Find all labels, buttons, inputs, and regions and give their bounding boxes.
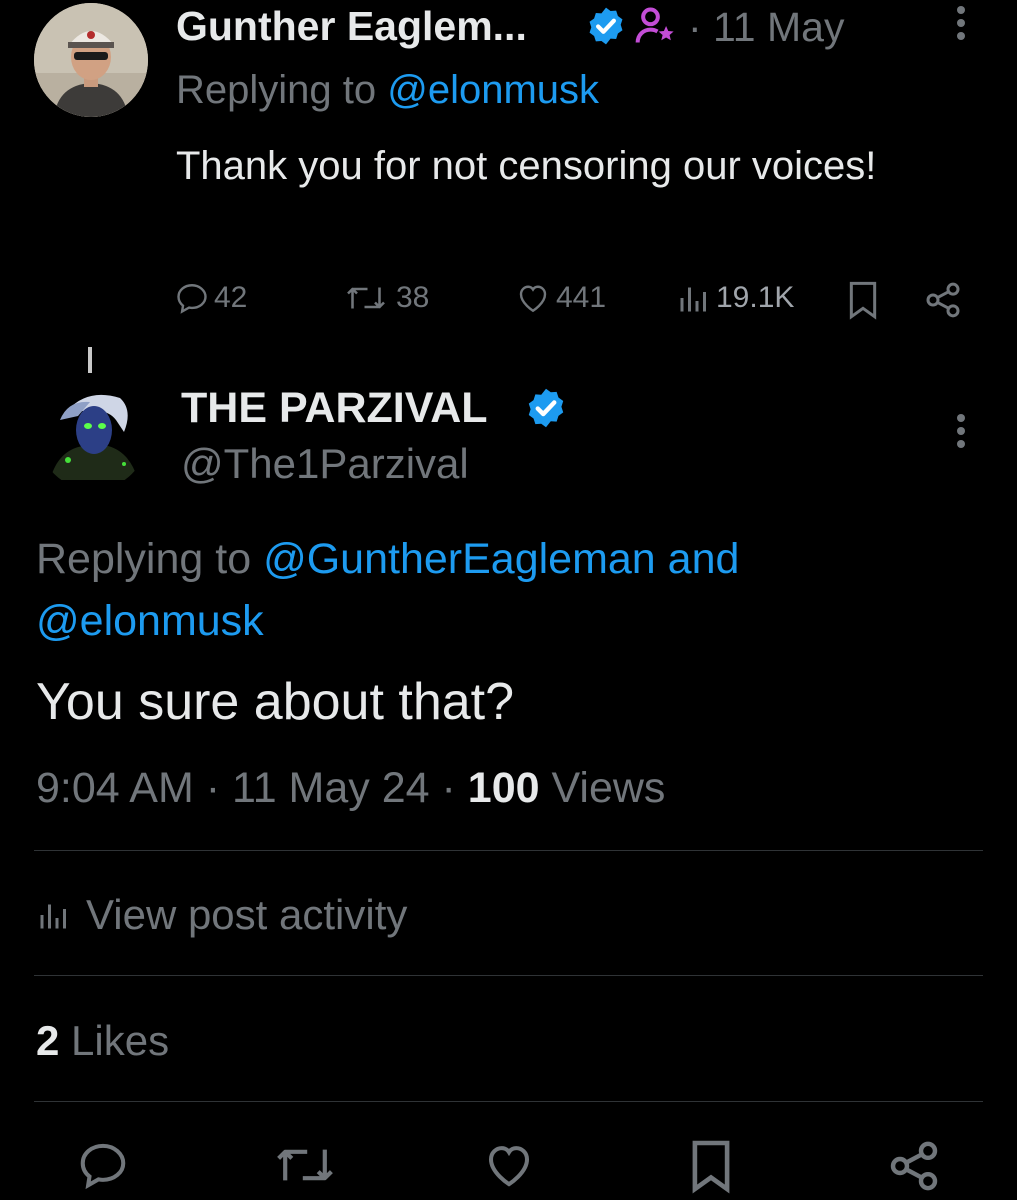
bookmark-button[interactable] — [688, 1138, 734, 1194]
author-handle[interactable]: @The1Parzival — [181, 440, 469, 488]
likes-count: 2 — [36, 1017, 60, 1064]
author-name[interactable]: THE PARZIVAL — [181, 384, 488, 433]
post-meta: 9:04 AM · 11 May 24 · 100 Views — [36, 764, 665, 813]
avatar-gunther[interactable] — [34, 3, 148, 117]
reply-bubble-icon — [80, 1143, 126, 1190]
heart-icon — [488, 1146, 530, 1187]
share-button[interactable] — [886, 1138, 942, 1194]
replying-prefix: Replying to — [176, 68, 388, 112]
view-post-activity[interactable]: View post activity — [36, 891, 407, 939]
share-button[interactable] — [922, 280, 964, 320]
views-count: 19.1K — [716, 281, 795, 314]
mention-link[interactable]: @elonmusk — [387, 68, 599, 112]
views-count: 100 — [467, 764, 540, 812]
like-count: 441 — [556, 281, 607, 314]
like-button[interactable] — [480, 1138, 538, 1192]
post-timestamp[interactable]: 9:04 AM · 11 May 24 · — [36, 764, 468, 812]
divider — [34, 1101, 983, 1102]
reply-button[interactable]: 42 — [174, 280, 247, 316]
retweet-icon — [347, 287, 385, 309]
post-text: Thank you for not censoring our voices! — [176, 144, 877, 188]
heart-icon — [519, 285, 547, 313]
activity-label: View post activity — [86, 891, 408, 938]
share-icon — [926, 282, 960, 318]
views-bar-icon — [40, 904, 66, 929]
retweet-icon — [277, 1149, 333, 1181]
replying-to: Replying to @GuntherEagleman and @elonmu… — [36, 528, 936, 652]
person-star-icon — [634, 4, 678, 48]
bookmark-button[interactable] — [846, 280, 880, 320]
verified-badge-icon — [524, 386, 568, 430]
bookmark-icon — [849, 281, 877, 320]
like-button[interactable]: 441 — [514, 280, 606, 316]
verified-badge-icon — [585, 5, 627, 47]
replying-to: Replying to @elonmusk — [176, 68, 599, 113]
thread-connector — [88, 347, 92, 373]
reply-bubble-icon — [177, 284, 207, 314]
views-button[interactable]: 19.1K — [676, 280, 794, 316]
retweet-count: 38 — [396, 281, 430, 314]
author-name[interactable]: Gunther Eaglem... — [176, 3, 527, 50]
bookmark-icon — [692, 1140, 730, 1194]
likes-label: Likes — [59, 1017, 170, 1064]
views-bar-icon — [680, 287, 706, 312]
avatar-parzival[interactable] — [38, 380, 148, 490]
post-date[interactable]: · 11 May — [688, 4, 844, 51]
retweet-button[interactable]: 38 — [340, 280, 429, 316]
retweet-button[interactable] — [272, 1138, 338, 1192]
likes-summary[interactable]: 2 Likes — [36, 1017, 169, 1065]
divider — [34, 975, 983, 976]
replying-prefix: Replying to — [36, 535, 264, 583]
more-vertical-icon[interactable] — [948, 2, 974, 44]
views-label: Views — [539, 764, 666, 812]
share-icon — [890, 1141, 938, 1191]
post-text: You sure about that? — [36, 673, 515, 731]
divider — [34, 850, 983, 851]
more-vertical-icon[interactable] — [948, 410, 974, 452]
reply-button[interactable] — [76, 1138, 130, 1192]
reply-count: 42 — [214, 281, 248, 314]
